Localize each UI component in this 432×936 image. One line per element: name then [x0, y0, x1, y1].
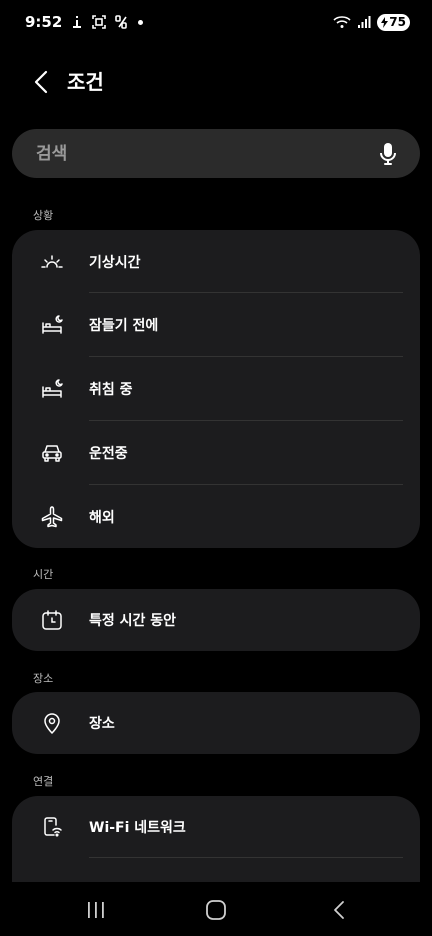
location-pin-icon [40, 711, 64, 735]
section-label-situation: 상황 [33, 209, 54, 222]
list-item-place[interactable]: 장소 [12, 692, 420, 754]
divider [89, 857, 403, 858]
list-item-label: 취침 중 [89, 382, 133, 398]
calendar-clock-icon [40, 608, 64, 632]
sunrise-icon [40, 250, 64, 274]
list-item-abroad[interactable]: 해외 [12, 485, 420, 548]
search-bar[interactable] [12, 129, 420, 178]
time-card: 특정 시간 동안 [12, 589, 420, 651]
nav-back-button[interactable] [325, 898, 353, 922]
situation-card: 기상시간 잠들기 전에 취침 중 운전중 해외 [12, 230, 420, 548]
screenshot-icon [92, 15, 107, 29]
connection-card: Wi-Fi 네트워크 [12, 796, 420, 882]
list-item-label: 잠들기 전에 [89, 318, 159, 334]
system-navigation-bar [0, 884, 432, 936]
section-label-place: 장소 [33, 672, 54, 685]
list-item-specific-time[interactable]: 특정 시간 동안 [12, 589, 420, 651]
battery-level: 75 [389, 15, 406, 29]
recent-apps-icon [88, 902, 104, 918]
microphone-icon[interactable] [378, 142, 398, 166]
back-button[interactable] [30, 68, 52, 96]
home-icon [206, 900, 226, 920]
airplane-icon [40, 505, 64, 529]
list-item-label: Wi-Fi 네트워크 [89, 820, 186, 836]
charging-bolt-icon [381, 16, 389, 28]
chevron-left-icon [34, 70, 48, 94]
place-card: 장소 [12, 692, 420, 754]
list-item-driving[interactable]: 운전중 [12, 421, 420, 485]
list-item-wake-up[interactable]: 기상시간 [12, 230, 420, 293]
bed-moon-icon [40, 313, 64, 337]
list-item-label: 기상시간 [89, 254, 141, 271]
link-icon [114, 15, 128, 29]
list-item-label: 장소 [89, 716, 115, 732]
status-time: 9:52 [25, 13, 63, 31]
section-label-time: 시간 [33, 568, 54, 581]
page-title: 조건 [67, 70, 104, 94]
list-item-wifi-network[interactable]: Wi-Fi 네트워크 [12, 796, 420, 858]
status-bar: 9:52 75 [0, 0, 432, 44]
battery-indicator: 75 [377, 13, 410, 31]
home-button[interactable] [202, 898, 230, 922]
list-item-label: 해외 [89, 509, 115, 526]
list-item-sleeping[interactable]: 취침 중 [12, 357, 420, 421]
car-icon [40, 441, 64, 465]
notification-info-icon [70, 15, 84, 29]
signal-icon [357, 15, 371, 29]
list-item-label: 운전중 [89, 446, 128, 462]
phone-wifi-icon [40, 815, 64, 839]
list-item-label: 특정 시간 동안 [89, 613, 177, 629]
list-item-before-sleep[interactable]: 잠들기 전에 [12, 293, 420, 357]
wifi-status-icon [333, 15, 351, 29]
notification-dot-icon [138, 19, 144, 25]
bed-moon-icon [40, 377, 64, 401]
app-header: 조건 [0, 56, 432, 108]
back-arrow-icon [334, 901, 344, 919]
section-label-connection: 연결 [33, 775, 54, 788]
search-input[interactable] [34, 142, 378, 165]
recent-apps-button[interactable] [82, 898, 110, 922]
